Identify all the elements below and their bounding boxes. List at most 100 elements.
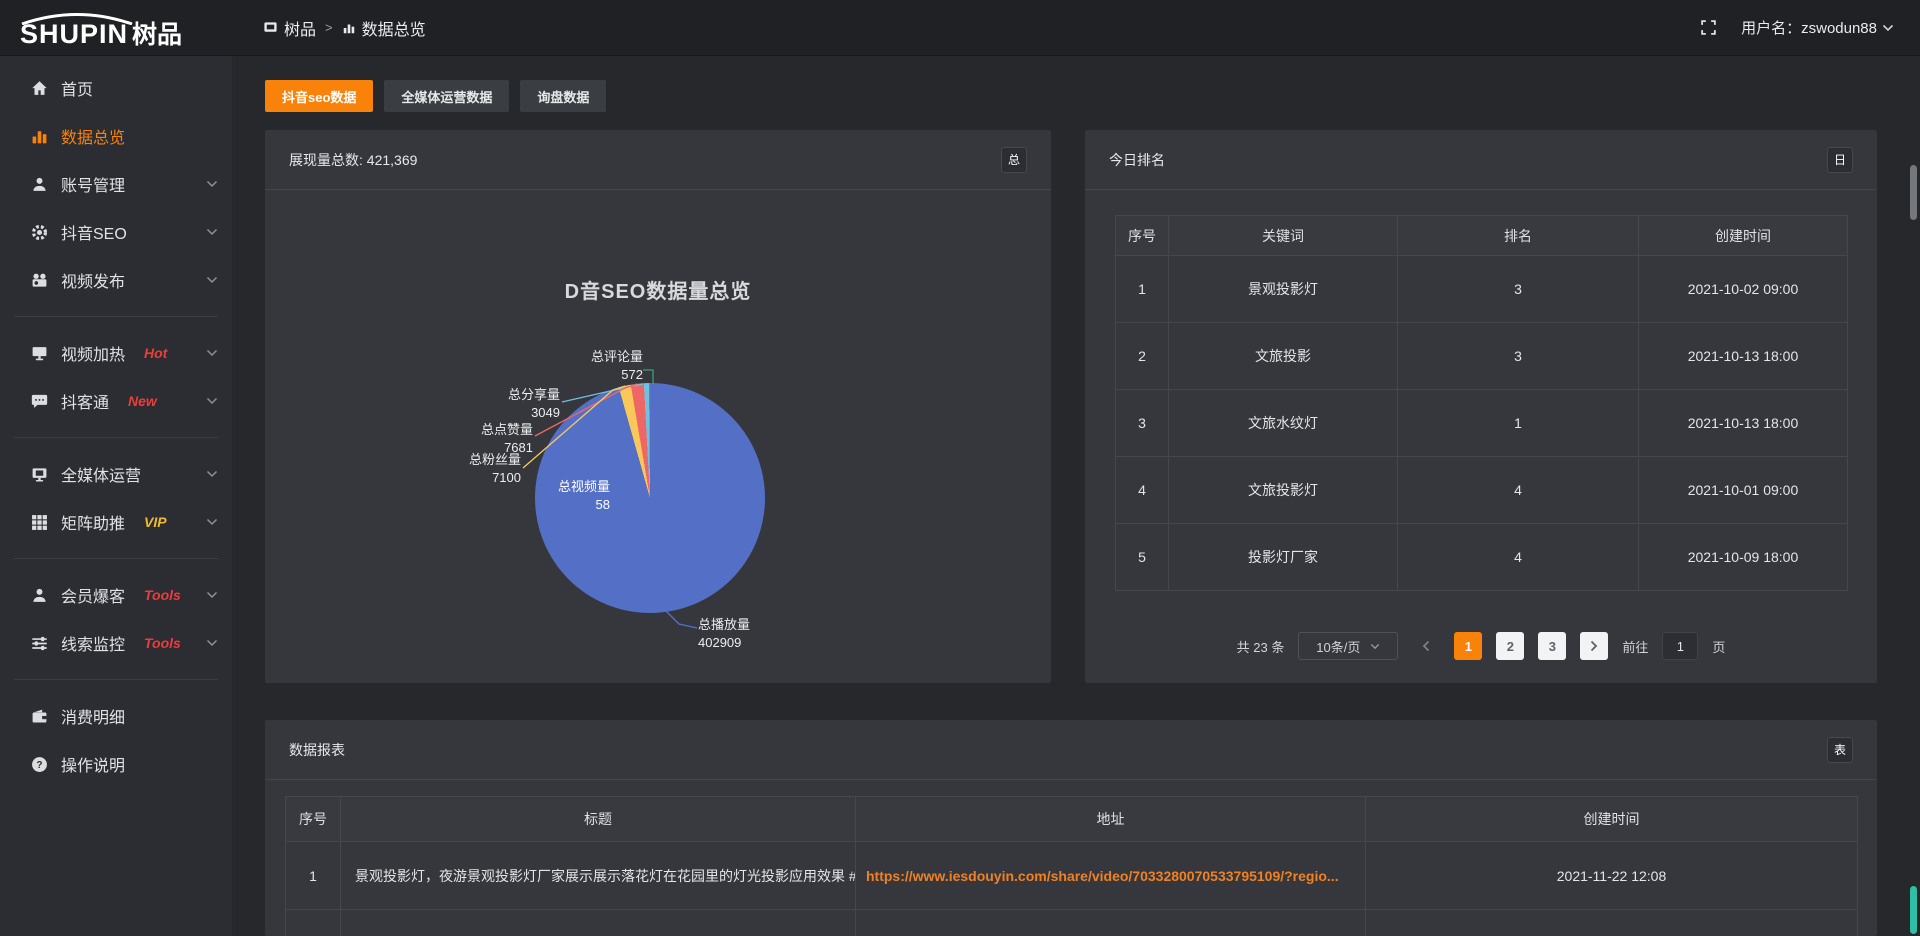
tab-omnimedia-data[interactable]: 全媒体运营数据 <box>384 80 509 112</box>
fullscreen-icon[interactable] <box>1700 19 1717 36</box>
sidebar-divider <box>14 316 218 317</box>
sidebar-item-label: 数据总览 <box>61 124 125 148</box>
new-badge: New <box>128 393 157 409</box>
sidebar-item-data-overview[interactable]: 数据总览 <box>0 112 232 160</box>
pie-label-fans: 总粉丝量 7100 <box>469 451 521 487</box>
sidebar-item-account[interactable]: 账号管理 <box>0 160 232 208</box>
impressions-chart-panel: 展现量总数: 421,369 总 D音SEO数据量总览 总评论量 572 总分享… <box>265 130 1051 683</box>
table-header-row: 序号 关键词 排名 创建时间 <box>1116 216 1848 256</box>
sidebar-item-douketong[interactable]: 抖客通 New <box>0 377 232 425</box>
pagination: 共 23 条 10条/页 1 2 3 前往 页 <box>1085 632 1877 660</box>
col-url: 地址 <box>856 797 1366 842</box>
user-menu[interactable]: 用户名：zswodun88 <box>1741 17 1894 38</box>
ranking-panel-title: 今日排名 <box>1109 150 1165 170</box>
table-row: 1 景观投影灯，夜游景观投影灯厂家展示展示落花灯在花园里的灯光投影应用效果 # … <box>286 842 1858 910</box>
day-view-button[interactable]: 日 <box>1827 147 1853 173</box>
breadcrumb-root[interactable]: 树品 <box>263 16 316 40</box>
sidebar-item-douyin-seo[interactable]: 抖音SEO <box>0 208 232 256</box>
sidebar-item-video-heat[interactable]: 视频加热 Hot <box>0 329 232 377</box>
main-content: 抖音seo数据 全媒体运营数据 询盘数据 展现量总数: 421,369 总 D音… <box>233 56 1920 936</box>
cell-created: 2021-10-13 18:00 <box>1639 390 1848 457</box>
monitor-icon <box>30 344 48 362</box>
sidebar-item-label: 消费明细 <box>61 704 125 728</box>
prev-page-button[interactable] <box>1412 632 1440 660</box>
col-created: 创建时间 <box>1366 797 1858 842</box>
table-row: 3 文旅水纹灯 1 2021-10-13 18:00 <box>1116 390 1848 457</box>
sidebar-item-lead-monitor[interactable]: 线索监控 Tools <box>0 619 232 667</box>
cell-created: 2021-10-13 18:00 <box>1639 323 1848 390</box>
pie-label-value: 572 <box>591 366 643 384</box>
report-panel-title: 数据报表 <box>289 740 345 760</box>
page-button-2[interactable]: 2 <box>1496 632 1524 660</box>
sidebar-item-label: 操作说明 <box>61 752 125 776</box>
pie-label-plays: 总播放量 402909 <box>698 616 750 652</box>
col-rank: 排名 <box>1398 216 1639 256</box>
col-index: 序号 <box>286 797 341 842</box>
ranking-panel-header: 今日排名 日 <box>1085 130 1877 190</box>
user-name: 用户名：zswodun88 <box>1741 17 1877 38</box>
home-icon <box>30 79 48 97</box>
sidebar-item-member-baoke[interactable]: 会员爆客 Tools <box>0 571 232 619</box>
today-ranking-panel: 今日排名 日 序号 关键词 排名 创建时间 1 景观投影灯 3 2021-10-… <box>1085 130 1877 683</box>
question-circle-icon: ? <box>30 755 48 773</box>
video-link[interactable]: https://www.iesdouyin.com/share/video/70… <box>856 842 1366 910</box>
cell-created: 2021-10-02 09:00 <box>1639 256 1848 323</box>
chart-panel-header: 展现量总数: 421,369 总 <box>265 130 1051 190</box>
sidebar-item-omnimedia[interactable]: 全媒体运营 <box>0 450 232 498</box>
breadcrumb-current-label: 数据总览 <box>362 16 426 40</box>
page-button-3[interactable]: 3 <box>1538 632 1566 660</box>
user-icon <box>30 175 48 193</box>
tab-douyin-seo-data[interactable]: 抖音seo数据 <box>265 80 373 112</box>
cell-created <box>1366 910 1858 936</box>
goto-unit: 页 <box>1712 637 1725 656</box>
total-view-button[interactable]: 总 <box>1001 147 1027 173</box>
sidebar-divider <box>14 679 218 680</box>
tab-inquiry-data[interactable]: 询盘数据 <box>520 80 606 112</box>
grid-icon <box>30 513 48 531</box>
sidebar-item-help[interactable]: ? 操作说明 <box>0 740 232 788</box>
logo-arc-icon <box>18 12 136 25</box>
chevron-down-icon <box>206 180 218 188</box>
chevron-down-icon <box>206 397 218 405</box>
data-tabs: 抖音seo数据 全媒体运营数据 询盘数据 <box>265 80 606 112</box>
ranking-table: 序号 关键词 排名 创建时间 1 景观投影灯 3 2021-10-02 09:0… <box>1115 215 1848 591</box>
cell-title <box>341 910 856 936</box>
table-view-button[interactable]: 表 <box>1827 737 1853 763</box>
chevron-down-icon <box>1370 643 1380 650</box>
chevron-down-icon <box>206 470 218 478</box>
pie-label-value: 3049 <box>508 404 560 422</box>
pie-label-name: 总粉丝量 <box>469 451 521 469</box>
sidebar-item-video-publish[interactable]: 视频发布 <box>0 256 232 304</box>
vip-badge: VIP <box>144 514 167 530</box>
sidebar-item-label: 矩阵助推 <box>61 510 125 534</box>
page-size-select[interactable]: 10条/页 <box>1298 632 1398 660</box>
pie-chart-area: D音SEO数据量总览 总评论量 572 总分享量 3049 总点赞量 7681 <box>265 190 1051 682</box>
cell-rank: 1 <box>1398 390 1639 457</box>
page-button-1[interactable]: 1 <box>1454 632 1482 660</box>
hot-badge: Hot <box>144 345 167 361</box>
sidebar-item-matrix-boost[interactable]: 矩阵助推 VIP <box>0 498 232 546</box>
sidebar-item-home[interactable]: 首页 <box>0 64 232 112</box>
member-icon <box>30 586 48 604</box>
impressions-total-label: 展现量总数: 421,369 <box>289 150 417 170</box>
table-row: 1 景观投影灯 3 2021-10-02 09:00 <box>1116 256 1848 323</box>
table-row-partial <box>286 910 1858 936</box>
sidebar: 首页 数据总览 账号管理 抖音SEO 视频发布 视频加热 Hot 抖客通 New… <box>0 56 233 936</box>
sidebar-item-consumption[interactable]: 消费明细 <box>0 692 232 740</box>
next-page-button[interactable] <box>1580 632 1608 660</box>
data-report-panel: 数据报表 表 序号 标题 地址 创建时间 1 景观投影灯，夜游景观投影灯厂家展示… <box>265 720 1877 936</box>
cell-keyword: 文旅投影 <box>1169 323 1398 390</box>
cell-index: 3 <box>1116 390 1169 457</box>
cell-index: 1 <box>286 842 341 910</box>
scroll-indicator[interactable] <box>1910 886 1917 934</box>
pie-label-name: 总视频量 <box>558 478 610 496</box>
breadcrumb-current[interactable]: 数据总览 <box>342 16 426 40</box>
cell-title: 景观投影灯，夜游景观投影灯厂家展示展示落花灯在花园里的灯光投影应用效果 # <box>341 842 856 910</box>
sidebar-item-label: 视频加热 <box>61 341 125 365</box>
table-row: 2 文旅投影 3 2021-10-13 18:00 <box>1116 323 1848 390</box>
scrollbar-thumb[interactable] <box>1910 165 1917 220</box>
topbar-right: 用户名：zswodun88 <box>1700 17 1920 38</box>
goto-page-input[interactable] <box>1662 632 1698 660</box>
cell-index <box>286 910 341 936</box>
pie-label-comments: 总评论量 572 <box>591 348 643 384</box>
